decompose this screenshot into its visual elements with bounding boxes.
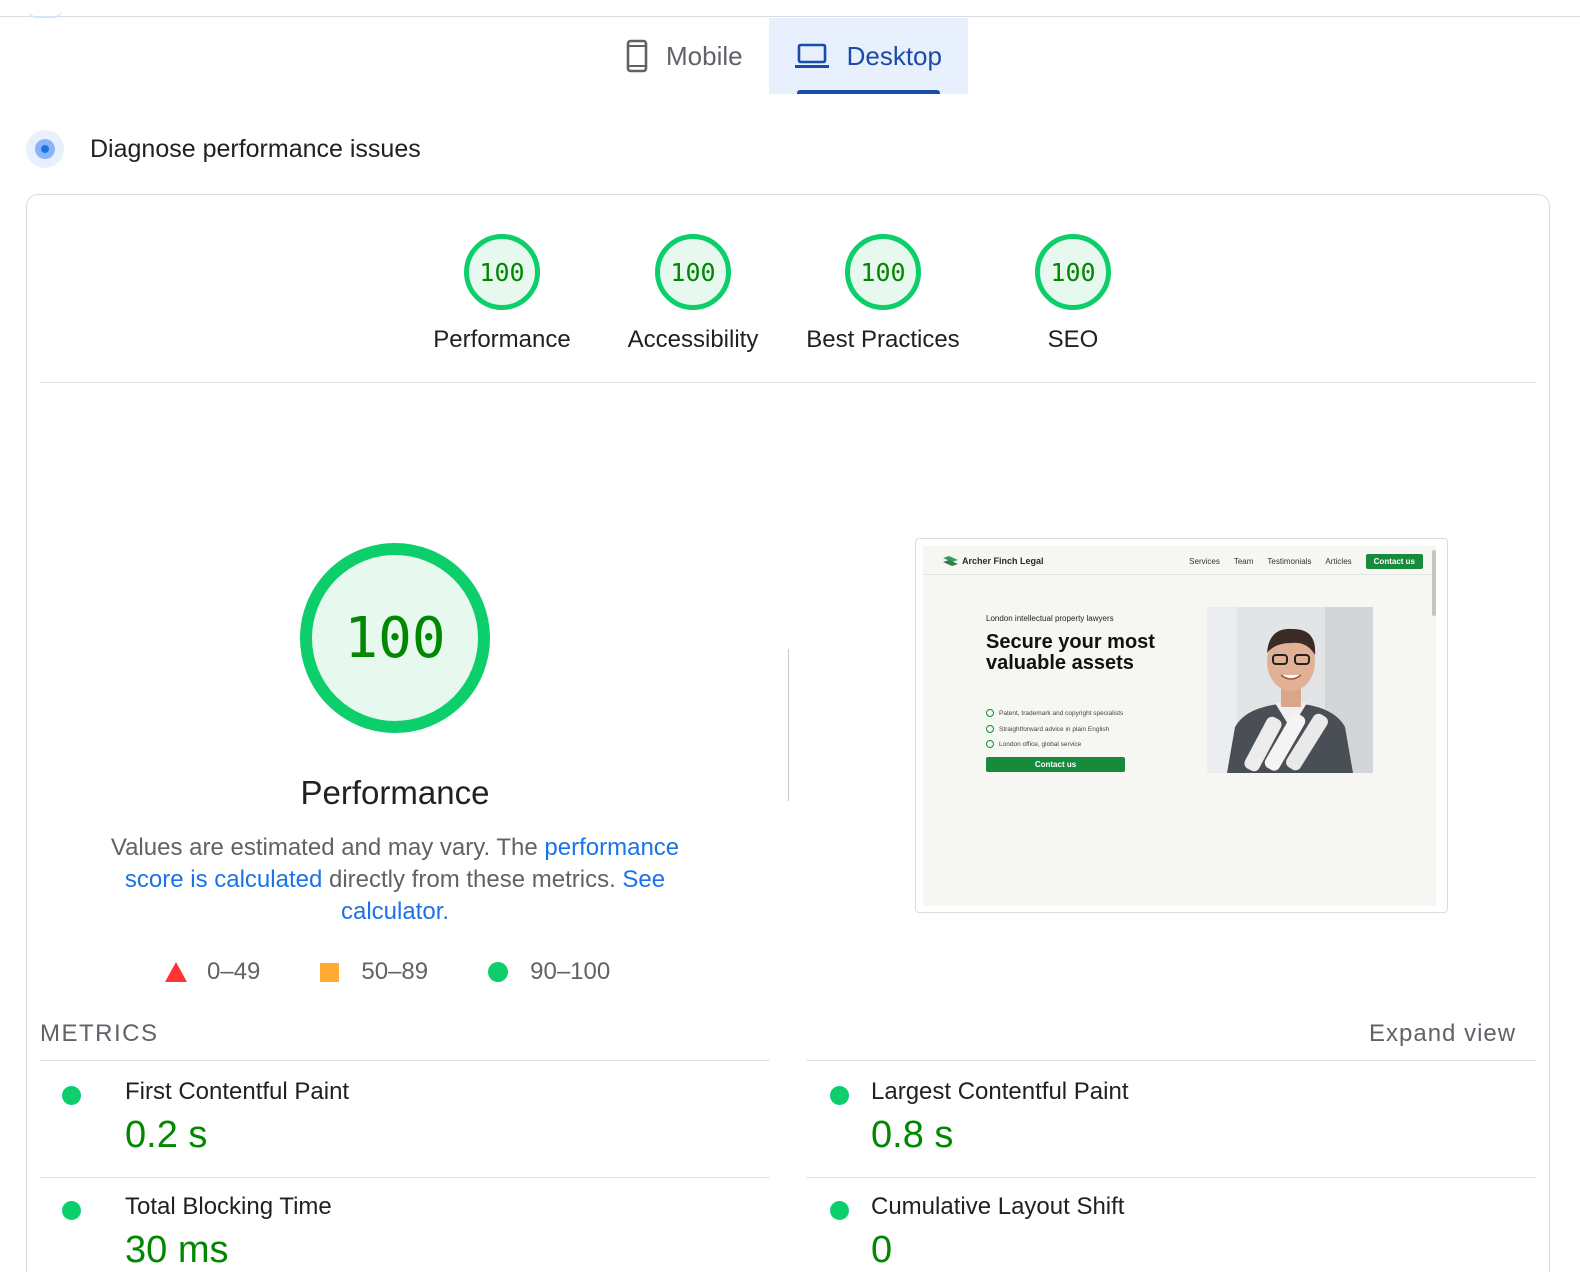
site-brand: Archer Finch Legal: [962, 556, 1044, 566]
screenshot-page: Archer Finch Legal Services Team Testimo…: [923, 546, 1436, 906]
diagnose-heading: Diagnose performance issues: [26, 130, 421, 168]
laptop-icon: [794, 43, 829, 69]
pass-circle-icon: [62, 1086, 81, 1105]
performance-score-gauge: 100: [300, 543, 490, 733]
site-nav-articles: Articles: [1325, 556, 1352, 566]
gauge-performance[interactable]: 100 Performance: [407, 234, 597, 354]
check-circle-icon: [986, 725, 994, 733]
desc-text-prefix: Values are estimated and may vary. The: [110, 834, 545, 861]
gauge-label: SEO: [1047, 326, 1099, 353]
metric-value: 30 ms: [125, 1229, 229, 1271]
site-nav-divider: [923, 574, 1436, 575]
metrics-divider: [806, 1177, 1536, 1178]
gauge-best-practices[interactable]: 100 Best Practices: [788, 234, 978, 354]
gauge-score: 100: [1035, 234, 1111, 310]
diagnose-target-icon: [26, 130, 64, 168]
site-bullet-text: Straightforward advice in plain English: [999, 725, 1110, 733]
metrics-divider: [40, 1177, 770, 1178]
metric-value: 0.8 s: [871, 1114, 954, 1156]
metric-name: Total Blocking Time: [125, 1193, 332, 1220]
gauge-accessibility[interactable]: 100 Accessibility: [598, 234, 788, 354]
top-divider: [0, 16, 1580, 17]
site-bullet: Patent, trademark and copyright speciali…: [986, 709, 1123, 717]
diagnose-title: Diagnose performance issues: [90, 134, 421, 163]
site-nav-links: Services Team Testimonials Articles Cont…: [1175, 553, 1423, 569]
tab-mobile-label: Mobile: [666, 40, 743, 71]
performance-description: Values are estimated and may vary. The p…: [80, 832, 710, 928]
gauges-divider: [40, 382, 1536, 383]
gauge-score: 100: [464, 234, 540, 310]
site-bullet: London office, global service: [986, 740, 1081, 748]
performance-title: Performance: [300, 774, 490, 811]
orange-square-icon: [320, 962, 340, 982]
green-circle-icon: [488, 962, 509, 982]
site-bullet-text: Patent, trademark and copyright speciali…: [999, 709, 1124, 717]
metrics-divider: [806, 1060, 1536, 1061]
red-triangle-icon: [165, 962, 187, 982]
site-logo: Archer Finch Legal: [943, 555, 1044, 567]
legend-pass-label: 90–100: [530, 958, 611, 985]
tab-desktop[interactable]: Desktop: [768, 18, 968, 94]
legend-average-label: 50–89: [361, 958, 429, 985]
legend-fail-label: 0–49: [207, 958, 261, 985]
top-arc-decoration: [28, 10, 62, 18]
gauge-score: 100: [845, 234, 921, 310]
screenshot-scrollbar: [1429, 546, 1439, 906]
site-nav-services: Services: [1189, 556, 1220, 566]
site-contact-button: Contact us: [986, 757, 1125, 772]
final-screenshot[interactable]: Archer Finch Legal Services Team Testimo…: [915, 538, 1448, 913]
lawyer-photo: [1207, 607, 1373, 773]
gauge-score: 100: [655, 234, 731, 310]
gauge-seo[interactable]: 100 SEO: [978, 234, 1168, 354]
check-circle-icon: [986, 709, 994, 717]
pass-circle-icon: [62, 1201, 81, 1220]
metrics-divider: [40, 1060, 770, 1061]
desc-text-middle: directly from these metrics.: [322, 866, 623, 893]
metric-value: 0.2 s: [125, 1114, 208, 1156]
site-nav-testimonials: Testimonials: [1267, 556, 1312, 566]
tab-mobile[interactable]: Mobile: [600, 18, 769, 94]
metric-value: 0: [871, 1229, 893, 1271]
gauge-label: Accessibility: [627, 326, 759, 353]
leaf-logo-icon: [943, 555, 958, 566]
check-circle-icon: [986, 740, 994, 748]
metric-name: Cumulative Layout Shift: [871, 1193, 1125, 1220]
smartphone-icon: [626, 39, 648, 73]
metric-name: Largest Contentful Paint: [871, 1078, 1129, 1105]
site-headline: Secure your most valuable assets: [986, 631, 1155, 674]
site-nav-team: Team: [1233, 556, 1254, 566]
site-bullet: Straightforward advice in plain English: [986, 725, 1109, 733]
legend-fail: 0–49: [165, 958, 260, 986]
site-kicker: London intellectual property lawyers: [986, 614, 1114, 623]
device-tabs: Mobile Desktop: [600, 18, 968, 94]
site-nav: Archer Finch Legal Services Team Testimo…: [943, 552, 1423, 570]
score-legend: 0–49 50–89 90–100: [165, 958, 670, 986]
pass-circle-icon: [830, 1201, 849, 1220]
gauge-label: Performance: [433, 326, 571, 353]
vertical-divider: [788, 649, 789, 801]
metric-name: First Contentful Paint: [125, 1078, 350, 1105]
tab-desktop-label: Desktop: [846, 40, 942, 71]
gauge-label: Best Practices: [806, 326, 960, 353]
expand-view-button[interactable]: Expand view: [1369, 1020, 1516, 1048]
site-nav-contact: Contact us: [1365, 553, 1423, 569]
metrics-heading: METRICS: [40, 1020, 159, 1047]
pass-circle-icon: [830, 1086, 849, 1105]
legend-average: 50–89: [320, 958, 428, 986]
legend-pass: 90–100: [488, 958, 610, 986]
site-bullet-text: London office, global service: [999, 740, 1082, 748]
